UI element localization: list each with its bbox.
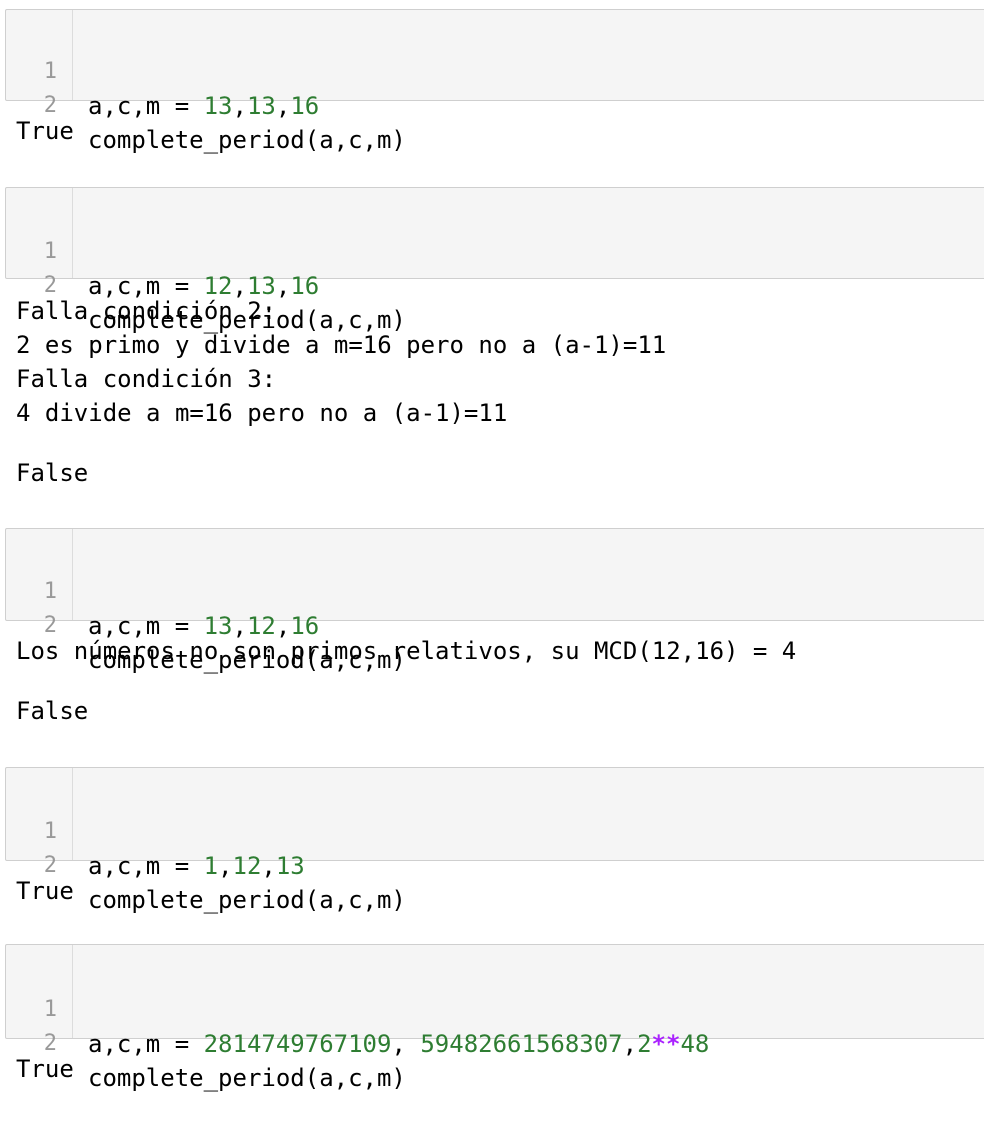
code-text[interactable]: a,c,m = 1,12,13 <box>88 849 305 883</box>
code-line[interactable]: 1 a,c,m = 12,13,16 <box>6 201 319 300</box>
code-line[interactable]: 2 complete_period(a,c,m) <box>6 575 406 674</box>
code-line[interactable]: 1 a,c,m = 2814749767109, 59482661568307,… <box>6 959 710 1058</box>
cell-output-stream-line: 2 es primo y divide a m=16 pero no a (a-… <box>16 331 667 359</box>
code-line[interactable]: 1 a,c,m = 1,12,13 <box>6 781 305 880</box>
cell-output-stream-line: 4 divide a m=16 pero no a (a-1)=11 <box>16 399 508 427</box>
cell-output-stream-line: Los números no son primos relativos, su … <box>16 637 797 665</box>
code-cell-2[interactable]: 1 a,c,m = 12,13,16 2 complete_period(a,c… <box>5 187 984 334</box>
code-line[interactable]: 1 a,c,m = 13,12,16 <box>6 541 319 640</box>
cell-output-stream-line: Falla condición 3: <box>16 365 277 393</box>
code-line[interactable]: 2 complete_period(a,c,m) <box>6 815 406 914</box>
code-text[interactable]: complete_period(a,c,m) <box>88 883 406 917</box>
code-line[interactable]: 2 complete_period(a,c,m) <box>6 993 406 1092</box>
code-line[interactable]: 2 complete_period(a,c,m) <box>6 235 406 334</box>
code-cell-5[interactable]: 1 a,c,m = 2814749767109, 59482661568307,… <box>5 944 984 1092</box>
cell-output-result: True <box>16 117 74 145</box>
power-operator: ** <box>651 1030 681 1058</box>
code-cell-4[interactable]: 1 a,c,m = 1,12,13 2 complete_period(a,c,… <box>5 767 984 914</box>
code-text[interactable]: complete_period(a,c,m) <box>88 123 406 157</box>
code-text[interactable]: a,c,m = 13,13,16 <box>88 89 319 123</box>
cell-output-result: True <box>16 877 74 905</box>
code-line[interactable]: 1 a,c,m = 13,13,16 <box>6 21 319 120</box>
cell-output-result: False <box>16 697 89 725</box>
code-cell-3[interactable]: 1 a,c,m = 13,12,16 2 complete_period(a,c… <box>5 528 984 674</box>
code-line[interactable]: 2 complete_period(a,c,m) <box>6 55 406 154</box>
cell-output-result: False <box>16 459 89 487</box>
code-cell-1[interactable]: 1 a,c,m = 13,13,16 2 complete_period(a,c… <box>5 9 984 154</box>
cell-output-stream-line: Falla condición 2: <box>16 297 277 325</box>
code-text[interactable]: a,c,m = 2814749767109, 59482661568307,2*… <box>88 1027 709 1061</box>
cell-output-result: True <box>16 1055 74 1083</box>
code-text[interactable]: complete_period(a,c,m) <box>88 1061 406 1095</box>
